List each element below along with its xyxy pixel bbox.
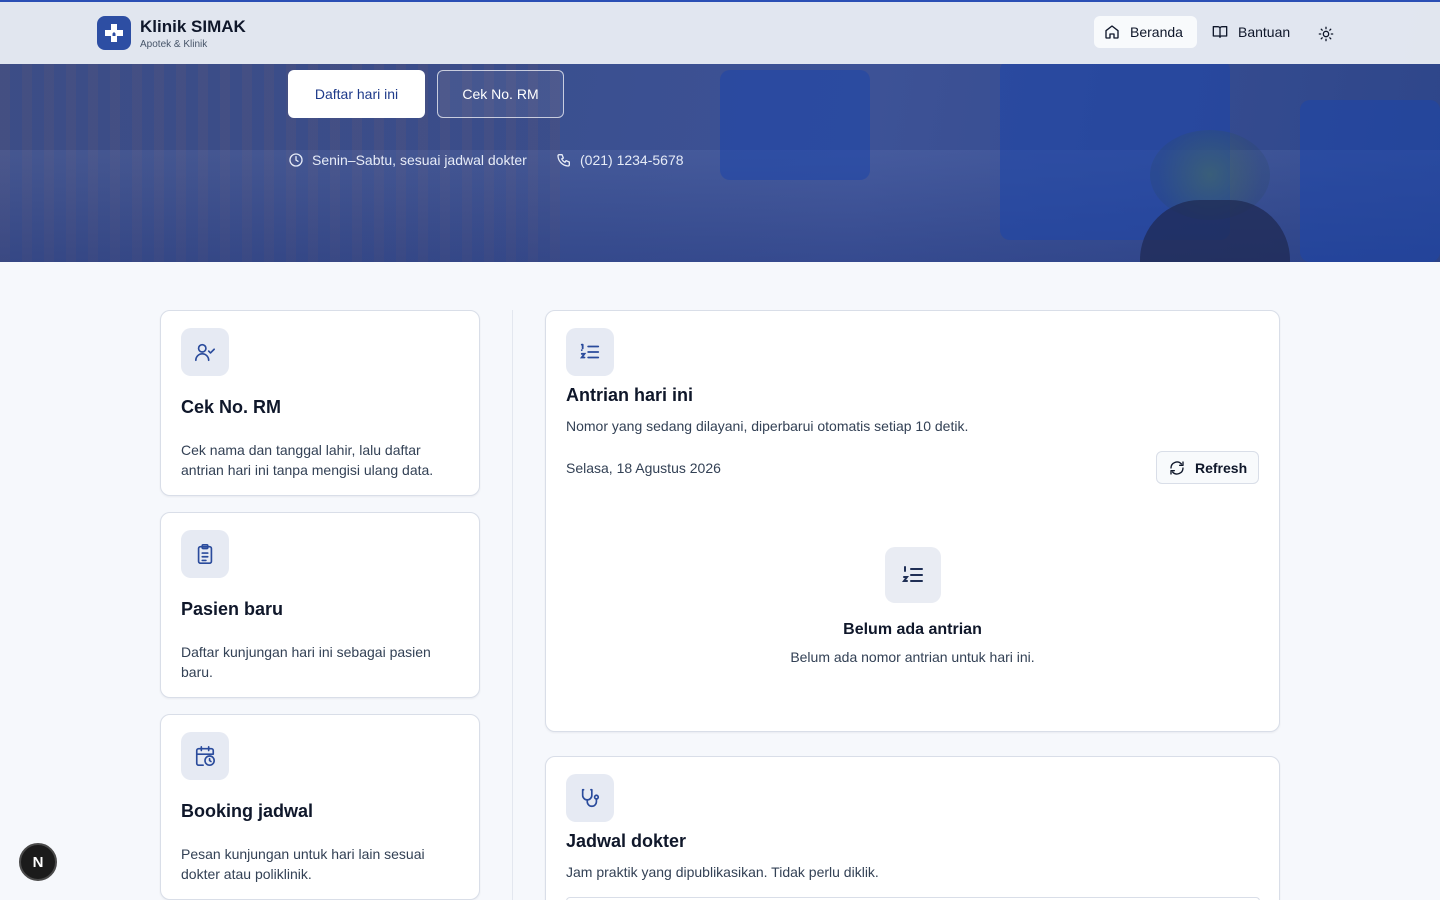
medical-cross-icon [105, 24, 123, 42]
empty-state-title: Belum ada antrian [843, 621, 982, 638]
brand-subtitle: Apotek & Klinik [140, 39, 208, 50]
phone-icon [557, 154, 570, 167]
card-title: Booking jadwal [181, 801, 314, 821]
card-title: Cek No. RM [181, 397, 282, 417]
clock-icon [289, 153, 303, 167]
register-today-button[interactable]: Daftar hari ini [288, 70, 425, 118]
dev-tools-badge[interactable]: N [19, 843, 57, 881]
stethoscope-icon [581, 788, 600, 808]
refresh-icon [1170, 460, 1184, 475]
card-title: Pasien baru [181, 599, 284, 619]
list-ordered-icon [579, 343, 600, 359]
nav-help[interactable]: Bantuan [1202, 16, 1304, 48]
queue-subtitle: Nomor yang sedang dilayani, diperbarui o… [566, 418, 969, 434]
sun-icon [1318, 26, 1334, 42]
nav-home-label: Beranda [1130, 24, 1183, 40]
nav-help-label: Bantuan [1238, 24, 1291, 40]
hero-chair [1300, 100, 1440, 262]
hours-text: Senin–Sabtu, sesuai jadwal dokter [312, 152, 527, 168]
clipboard-icon [197, 544, 213, 564]
phone-info: (021) 1234-5678 [556, 150, 684, 170]
refresh-label: Refresh [1195, 459, 1248, 476]
hours-info: Senin–Sabtu, sesuai jadwal dokter [288, 150, 527, 170]
card-icon-box [181, 732, 229, 780]
top-navbar: Klinik SIMAK Apotek & Klinik Beranda Ban… [0, 0, 1440, 64]
card-icon-box [566, 774, 614, 822]
check-rm-button[interactable]: Cek No. RM [437, 70, 564, 118]
card-icon-box [566, 328, 614, 376]
queue-date: Selasa, 18 Agustus 2026 [566, 460, 721, 476]
queue-card: Antrian hari ini Nomor yang sedang dilay… [545, 310, 1280, 732]
card-description: Daftar kunjungan hari ini sebagai pasien… [181, 644, 431, 680]
card-icon-box [181, 328, 229, 376]
hero-chair [720, 70, 870, 180]
list-ordered-icon [902, 566, 923, 582]
booking-card[interactable]: Booking jadwal Pesan kunjungan untuk har… [160, 714, 480, 900]
schedule-subtitle: Jam praktik yang dipublikasikan. Tidak p… [566, 864, 879, 880]
queue-title: Antrian hari ini [566, 385, 694, 405]
empty-state-description: Belum ada nomor antrian untuk hari ini. [790, 649, 1035, 665]
nav-home[interactable]: Beranda [1094, 16, 1197, 48]
schedule-title: Jadwal dokter [566, 831, 687, 851]
doctor-schedule-card: Jadwal dokter Jam praktik yang dipublika… [545, 756, 1280, 900]
check-rm-card[interactable]: Cek No. RM Cek nama dan tanggal lahir, l… [160, 310, 480, 496]
column-divider [512, 310, 513, 900]
book-open-icon [1212, 26, 1228, 38]
refresh-button[interactable]: Refresh [1156, 451, 1259, 484]
empty-state-icon-box [885, 547, 941, 603]
card-icon-box [181, 530, 229, 578]
theme-toggle-button[interactable] [1314, 22, 1338, 46]
calendar-clock-icon [195, 746, 215, 766]
home-icon [1105, 25, 1119, 39]
card-description: Pesan kunjungan untuk hari lain sesuai d… [181, 846, 425, 882]
brand-name: Klinik SIMAK [140, 17, 246, 36]
clinic-logo[interactable] [97, 16, 131, 50]
card-description: Cek nama dan tanggal lahir, lalu daftar … [181, 442, 434, 478]
user-check-icon [195, 343, 215, 362]
new-patient-card[interactable]: Pasien baru Daftar kunjungan hari ini se… [160, 512, 480, 698]
phone-text: (021) 1234-5678 [580, 152, 684, 168]
